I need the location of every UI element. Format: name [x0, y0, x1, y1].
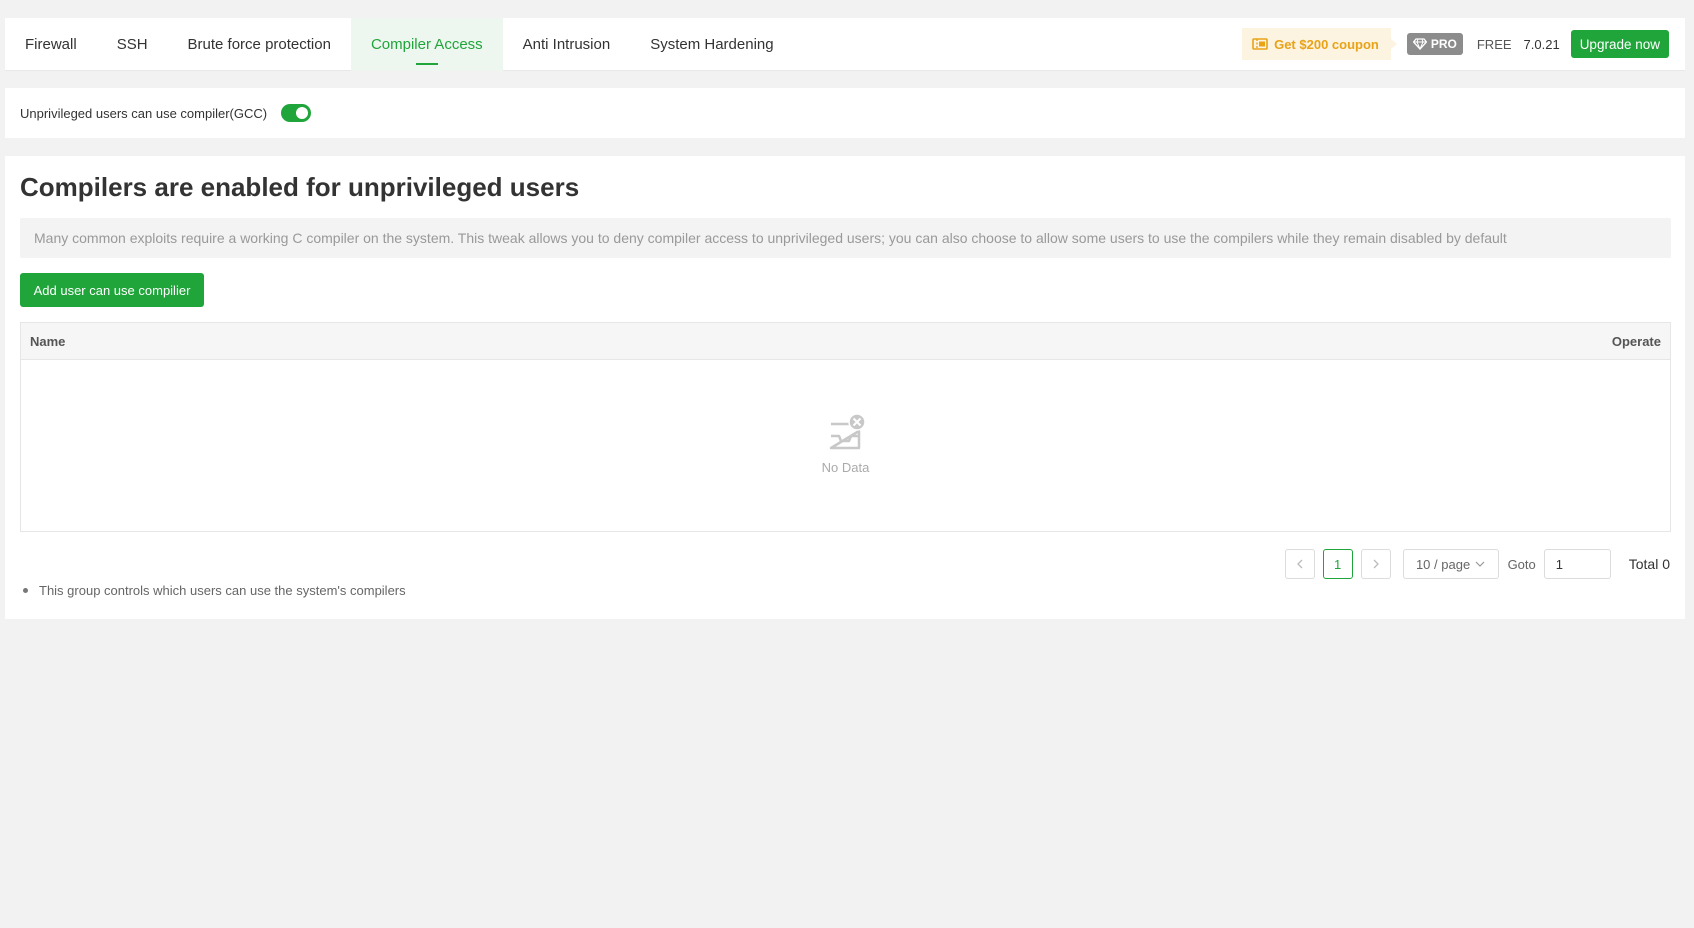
version-label: 7.0.21 — [1523, 36, 1560, 52]
tab-compiler-access[interactable]: Compiler Access — [350, 18, 503, 71]
previous-page-button[interactable] — [1284, 549, 1315, 579]
empty-state: No Data — [21, 413, 1670, 475]
users-table: Name Operate No Data — [20, 322, 1671, 532]
tab-brute-force-protection[interactable]: Brute force protection — [168, 18, 351, 71]
coupon-ticket-icon — [1252, 38, 1268, 50]
empty-inbox-icon — [829, 413, 866, 450]
coupon-label: Get $200 coupon — [1274, 36, 1379, 52]
goto-page-input[interactable] — [1543, 549, 1611, 579]
tab-ssh[interactable]: SSH — [97, 18, 168, 71]
pagination: 1 10 / page Goto Total 0 — [1284, 549, 1670, 579]
top-navigation-bar: Firewall SSH Brute force protection Comp… — [5, 18, 1685, 71]
switch-knob — [296, 107, 309, 119]
chevron-left-icon — [1296, 559, 1303, 569]
compiler-access-panel: Compilers are enabled for unprivileged u… — [5, 156, 1685, 619]
tab-anti-intrusion[interactable]: Anti Intrusion — [503, 18, 631, 71]
compiler-toggle-panel: Unprivileged users can use compiler(GCC) — [5, 88, 1685, 138]
goto-label: Goto — [1507, 556, 1536, 572]
column-header-operate: Operate — [1611, 333, 1661, 349]
pro-badge[interactable]: PRO — [1406, 33, 1463, 55]
column-header-name[interactable]: Name — [30, 334, 65, 349]
total-count: Total 0 — [1628, 556, 1670, 572]
page-number-button[interactable]: 1 — [1322, 549, 1353, 579]
table-header: Name Operate — [21, 323, 1670, 360]
next-page-button[interactable] — [1360, 549, 1391, 579]
tab-system-hardening[interactable]: System Hardening — [630, 18, 793, 71]
header-actions: Get $200 coupon PRO FREE 7.0.21 Upgrade … — [1242, 28, 1669, 60]
coupon-button[interactable]: Get $200 coupon — [1242, 28, 1397, 60]
chevron-right-icon — [1373, 559, 1379, 569]
help-note-text: This group controls which users can use … — [39, 583, 406, 598]
compiler-access-switch[interactable] — [281, 104, 312, 122]
empty-state-label: No Data — [821, 460, 870, 475]
page-title: Compilers are enabled for unprivileged u… — [20, 172, 580, 202]
description-box: Many common exploits require a working C… — [20, 218, 1671, 258]
pro-label: PRO — [1430, 37, 1457, 51]
page-size-select[interactable]: 10 / page — [1402, 549, 1499, 579]
compiler-toggle-label: Unprivileged users can use compiler(GCC) — [20, 105, 268, 121]
bullet-icon — [23, 588, 28, 593]
add-user-button[interactable]: Add user can use compilier — [20, 273, 204, 307]
help-note: This group controls which users can use … — [23, 583, 406, 598]
page-size-value: 10 / page — [1415, 556, 1471, 572]
diamond-icon — [1412, 38, 1427, 50]
edition-label: FREE — [1476, 36, 1512, 52]
chevron-down-icon — [1475, 561, 1485, 567]
tab-firewall[interactable]: Firewall — [5, 18, 97, 71]
upgrade-now-button[interactable]: Upgrade now — [1570, 30, 1669, 58]
tab-bar: Firewall SSH Brute force protection Comp… — [5, 18, 794, 71]
